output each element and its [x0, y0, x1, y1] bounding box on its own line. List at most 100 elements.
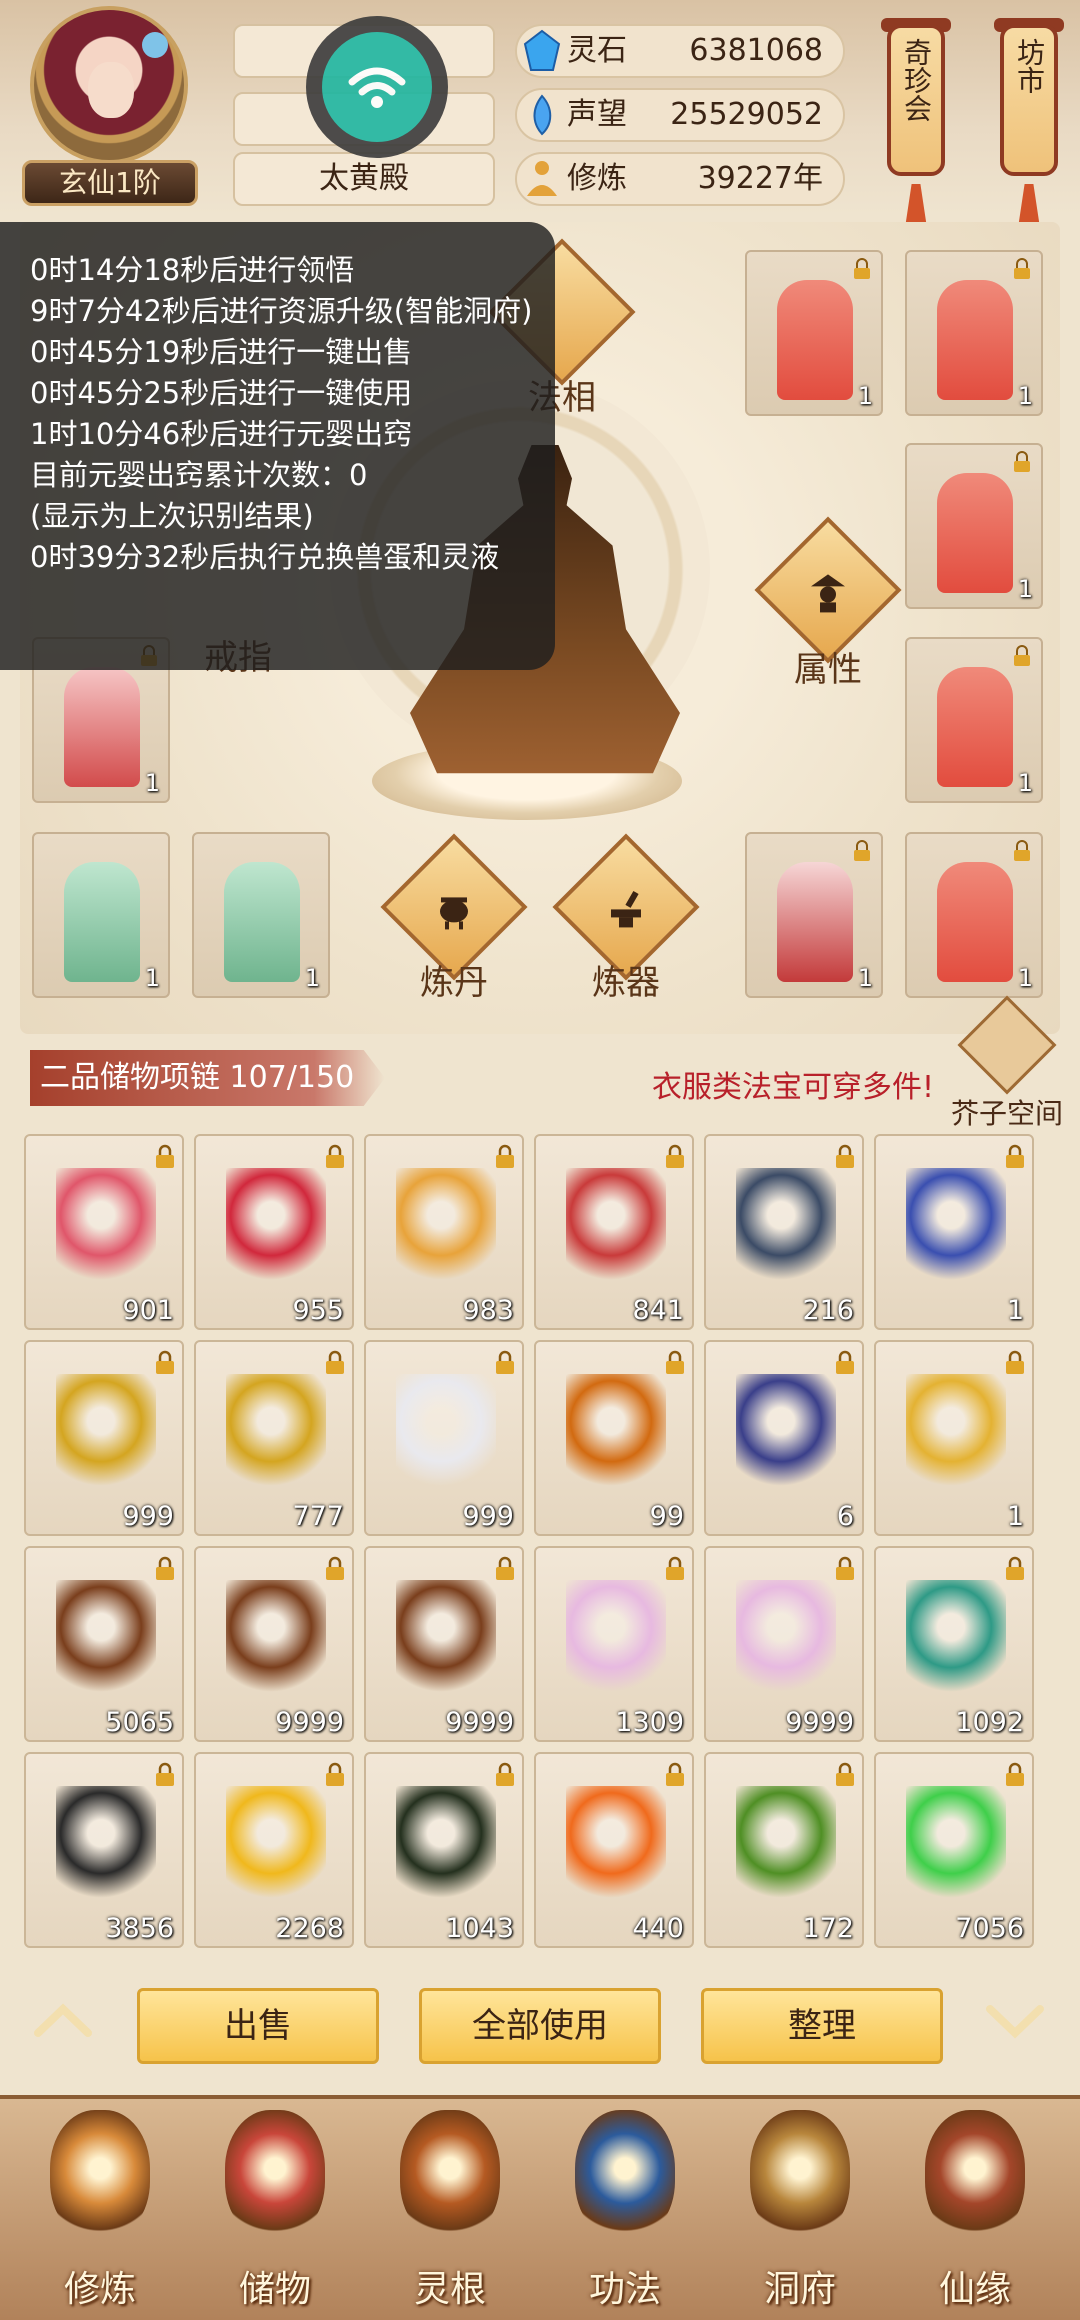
inventory-item[interactable]: 999 — [364, 1340, 524, 1536]
item-icon — [56, 1374, 156, 1492]
mustard-space-button[interactable]: 芥子空间 — [951, 995, 1063, 1130]
item-icon — [906, 1786, 1006, 1904]
item-quantity: 9999 — [785, 1707, 854, 1738]
lock-icon — [666, 1144, 684, 1168]
scroll-up-icon[interactable] — [28, 1985, 98, 2055]
item-icon — [736, 1168, 836, 1286]
inventory-item[interactable]: 7056 — [874, 1752, 1034, 1948]
treasure-fair-button[interactable]: 奇珍会 — [887, 24, 945, 176]
item-quantity: 1 — [1006, 1295, 1024, 1326]
location-label: 太黄殿 — [233, 152, 495, 206]
item-icon — [566, 1786, 666, 1904]
lock-icon — [666, 1350, 684, 1374]
use-all-button[interactable]: 全部使用 — [419, 1988, 661, 2064]
lock-icon — [156, 1350, 174, 1374]
inventory-item[interactable]: 2268 — [194, 1752, 354, 1948]
inventory-item[interactable]: 9999 — [364, 1546, 524, 1742]
equip-slot[interactable]: 1 — [192, 832, 330, 998]
equip-slot[interactable]: 1 — [745, 832, 883, 998]
inventory-item[interactable]: 983 — [364, 1134, 524, 1330]
equip-slot[interactable]: 1 — [905, 637, 1043, 803]
inventory-item[interactable]: 777 — [194, 1340, 354, 1536]
automation-log-overlay: 0时14分18秒后进行领悟 9时7分42秒后进行资源升级(智能洞府) 0时45分… — [0, 222, 555, 670]
inventory-item[interactable]: 1043 — [364, 1752, 524, 1948]
player-avatar[interactable] — [30, 6, 188, 164]
nav-cultivate[interactable]: 修炼 — [20, 2110, 180, 2310]
inventory-item[interactable]: 172 — [704, 1752, 864, 1948]
lock-icon — [1006, 1350, 1024, 1374]
nav-spirit-root[interactable]: 灵根 — [370, 2110, 530, 2310]
chest-icon — [957, 995, 1057, 1095]
inventory-item[interactable]: 6 — [704, 1340, 864, 1536]
inventory-item[interactable]: 3856 — [24, 1752, 184, 1948]
item-icon — [906, 1168, 1006, 1286]
robe-icon — [937, 667, 1013, 787]
slot-quantity: 1 — [1017, 769, 1033, 797]
lock-icon — [326, 1556, 344, 1580]
item-quantity: 841 — [632, 1295, 684, 1326]
inventory-item[interactable]: 955 — [194, 1134, 354, 1330]
avatar-face — [88, 62, 134, 118]
nav-storage-bag[interactable]: 储物 — [195, 2110, 355, 2310]
lock-icon — [496, 1556, 514, 1580]
inventory-item[interactable]: 440 — [534, 1752, 694, 1948]
inventory-item[interactable]: 9999 — [194, 1546, 354, 1742]
item-quantity: 1092 — [955, 1707, 1024, 1738]
treasure-fair-label: 奇珍会 — [900, 38, 933, 122]
refining-label: 炼器 — [592, 963, 660, 1003]
wifi-floating-button[interactable] — [306, 16, 448, 158]
lock-icon — [836, 1762, 854, 1786]
sell-button[interactable]: 出售 — [137, 1988, 379, 2064]
bag-hint-text: 衣服类法宝可穿多件! — [652, 1070, 935, 1105]
resource-label: 灵石 — [567, 33, 627, 68]
log-line: (显示为上次识别结果) — [30, 499, 314, 533]
inventory-item[interactable]: 901 — [24, 1134, 184, 1330]
resource-value: 39227年 — [697, 161, 823, 196]
inventory-item[interactable]: 999 — [24, 1340, 184, 1536]
inventory-item[interactable]: 1092 — [874, 1546, 1034, 1742]
log-line: 目前元婴出窍累计次数：0 — [30, 458, 368, 492]
inventory-item[interactable]: 99 — [534, 1340, 694, 1536]
inventory-item[interactable]: 5065 — [24, 1546, 184, 1742]
nav-fate[interactable]: 仙缘 — [895, 2110, 1055, 2310]
scroll-down-icon[interactable] — [980, 1985, 1050, 2055]
nav-cave-abode[interactable]: 洞府 — [720, 2110, 880, 2310]
resource-reputation: 声望 25529052 — [515, 88, 845, 142]
item-quantity: 777 — [292, 1501, 344, 1532]
lock-icon — [1006, 1144, 1024, 1168]
robe-icon — [937, 862, 1013, 982]
equip-slot[interactable]: 1 — [32, 832, 170, 998]
equip-slot[interactable]: 1 — [905, 832, 1043, 998]
item-icon — [396, 1168, 496, 1286]
nav-technique-book[interactable]: 功法 — [545, 2110, 705, 2310]
nav-label: 修炼 — [63, 2269, 136, 2310]
equip-slot[interactable]: 1 — [745, 250, 883, 416]
attributes-button[interactable]: 属性 — [754, 516, 902, 690]
cave-abode-icon — [750, 2110, 850, 2240]
alchemy-button[interactable]: 炼丹 — [380, 833, 528, 1005]
item-quantity: 9999 — [445, 1707, 514, 1738]
inventory-item[interactable]: 1 — [874, 1340, 1034, 1536]
resource-label: 修炼 — [567, 161, 627, 196]
item-icon — [736, 1580, 836, 1698]
item-quantity: 983 — [462, 1295, 514, 1326]
slot-quantity: 1 — [1017, 575, 1033, 603]
item-quantity: 99 — [649, 1501, 684, 1532]
lock-icon — [156, 1762, 174, 1786]
robe-icon — [937, 473, 1013, 593]
refining-button[interactable]: 炼器 — [552, 833, 700, 1005]
sort-button[interactable]: 整理 — [701, 1988, 943, 2064]
inventory-item[interactable]: 1 — [874, 1134, 1034, 1330]
equip-slot[interactable]: 1 — [905, 443, 1043, 609]
lock-icon — [156, 1144, 174, 1168]
inventory-item[interactable]: 841 — [534, 1134, 694, 1330]
item-quantity: 1 — [1006, 1501, 1024, 1532]
hat-figure-icon — [811, 574, 845, 613]
equip-slot[interactable]: 1 — [905, 250, 1043, 416]
lock-icon — [156, 1556, 174, 1580]
item-quantity: 7056 — [955, 1913, 1024, 1944]
inventory-item[interactable]: 216 — [704, 1134, 864, 1330]
inventory-item[interactable]: 1309 — [534, 1546, 694, 1742]
market-button[interactable]: 坊市 — [1000, 24, 1058, 176]
inventory-item[interactable]: 9999 — [704, 1546, 864, 1742]
